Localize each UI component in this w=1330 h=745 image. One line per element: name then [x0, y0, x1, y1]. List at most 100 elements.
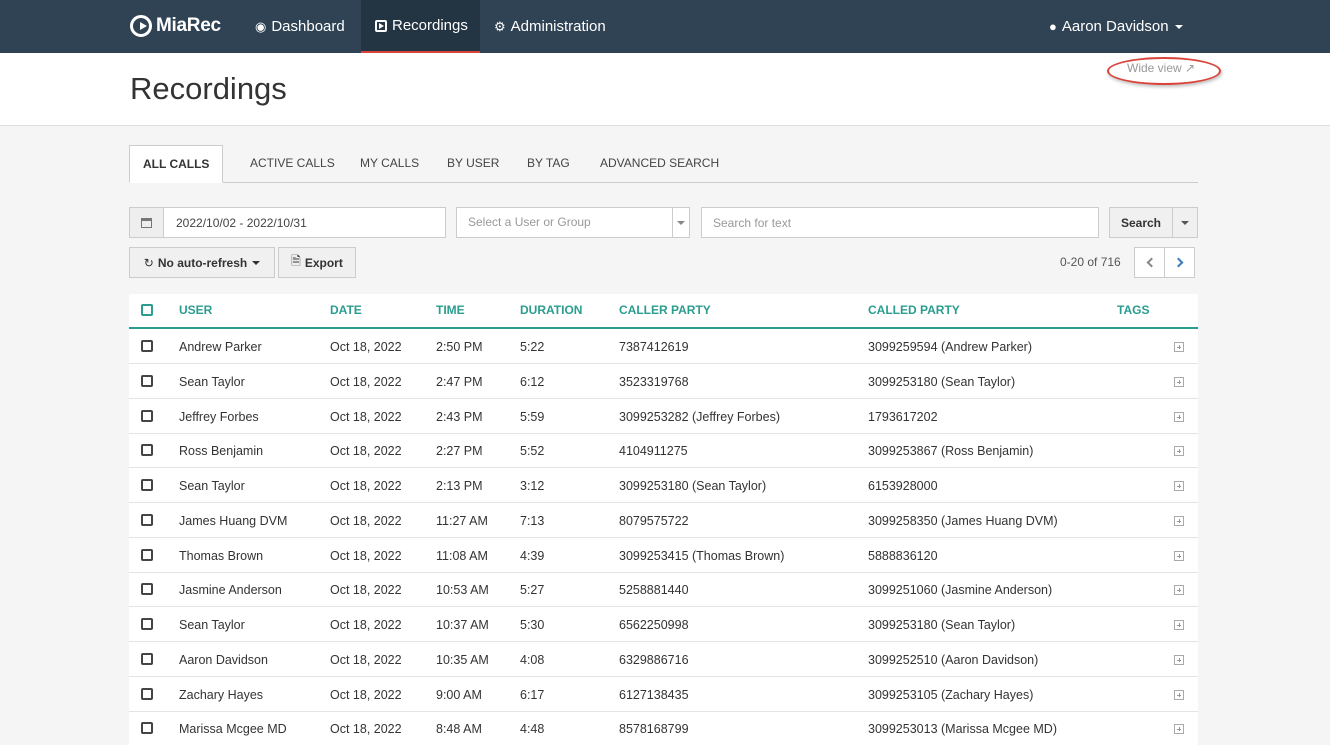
export-label: Export [304, 255, 343, 270]
column-header-duration[interactable]: DURATION [520, 303, 582, 317]
tab-my-calls[interactable]: MY CALLS [360, 145, 419, 183]
row-checkbox[interactable] [141, 652, 153, 665]
row-checkbox[interactable] [141, 374, 153, 387]
cell-caller-party: 3099253415 (Thomas Brown) [619, 548, 785, 563]
column-header-time[interactable]: TIME [436, 303, 465, 317]
tab-all-calls[interactable]: ALL CALLS [129, 145, 224, 183]
export-file-icon: 🗎 [291, 254, 301, 268]
cell-user[interactable]: Sean Taylor [179, 479, 245, 493]
auto-refresh-label: No auto-refresh [157, 255, 248, 270]
cell-user[interactable]: Ross Benjamin [179, 444, 263, 458]
table-row[interactable]: James Huang DVM Oct 18, 2022 11:27 AM 7:13 8… [129, 503, 1198, 538]
next-page-button[interactable] [1164, 247, 1195, 278]
table-row[interactable]: Aaron Davidson Oct 18, 2022 10:35 AM 4:08 63… [129, 642, 1198, 677]
user-group-select[interactable]: Select a User or Group [456, 207, 690, 238]
column-header-user[interactable]: USER [179, 303, 212, 317]
column-header-caller-party[interactable]: CALLER PARTY [619, 303, 711, 317]
table-row[interactable]: Sean Taylor Oct 18, 2022 2:47 PM 6:12 352331… [129, 364, 1198, 399]
add-tag-icon[interactable] [1174, 376, 1184, 387]
table-row[interactable]: Jeffrey Forbes Oct 18, 2022 2:43 PM 5:59 309… [129, 399, 1198, 434]
add-tag-icon[interactable] [1174, 620, 1184, 630]
cell-user[interactable]: Zachary Hayes [179, 688, 263, 702]
search-input[interactable] [701, 207, 1099, 238]
add-tag-icon[interactable] [1174, 481, 1184, 491]
date-range-picker[interactable]: 2022/10/02 - 2022/10/31 [129, 207, 446, 238]
cell-called-party: 6153928000 [868, 479, 938, 493]
row-checkbox[interactable] [141, 479, 153, 491]
cell-time: 2:47 PM [436, 374, 483, 389]
add-tag-icon[interactable] [1174, 446, 1184, 457]
select-all-checkbox[interactable] [141, 304, 153, 316]
search-button[interactable]: Search [1109, 207, 1173, 238]
calendar-icon [141, 217, 152, 228]
previous-page-button[interactable] [1134, 247, 1165, 278]
nav-administration-label: Administration [510, 18, 606, 35]
add-tag-icon[interactable] [1174, 585, 1184, 596]
tab-active-calls[interactable]: ACTIVE CALLS [250, 145, 335, 183]
cell-time: 10:35 AM [436, 652, 489, 667]
tab-advanced-search[interactable]: ADVANCED SEARCH [600, 145, 719, 183]
nav-recordings[interactable]: Recordings [361, 0, 480, 53]
add-tag-icon[interactable] [1174, 689, 1184, 700]
cell-duration: 6:12 [520, 374, 545, 389]
cell-user[interactable]: Aaron Davidson [179, 653, 268, 667]
cell-caller-party: 5258881440 [619, 583, 689, 598]
row-checkbox[interactable] [141, 340, 153, 352]
row-checkbox[interactable] [141, 409, 153, 422]
cell-user[interactable]: Marissa Mcgee MD [179, 722, 287, 736]
add-tag-icon[interactable] [1174, 550, 1184, 561]
search-options-dropdown[interactable] [1172, 207, 1198, 238]
cell-date: Oct 18, 2022 [330, 513, 402, 528]
add-tag-icon[interactable] [1174, 411, 1184, 422]
brand-logo[interactable]: MiaRec [130, 11, 221, 41]
row-checkbox[interactable] [141, 444, 153, 457]
column-header-date[interactable]: DATE [330, 303, 362, 317]
refresh-icon: ↻ [143, 255, 154, 270]
cell-duration: 3:12 [520, 479, 545, 493]
cell-time: 9:00 AM [436, 687, 482, 702]
row-checkbox[interactable] [141, 618, 153, 630]
cell-user[interactable]: Jasmine Anderson [179, 583, 282, 597]
nav-administration[interactable]: ⚙ Administration [494, 0, 606, 53]
cell-user[interactable]: Andrew Parker [179, 340, 262, 354]
cell-user[interactable]: Thomas Brown [179, 549, 263, 563]
calendar-addon[interactable] [130, 208, 164, 237]
cell-time: 10:37 AM [436, 618, 489, 632]
auto-refresh-button[interactable]: ↻ No auto-refresh [129, 247, 275, 278]
cell-user[interactable]: James Huang DVM [179, 514, 287, 528]
cell-time: 2:43 PM [436, 409, 483, 424]
cell-called-party: 3099253105 (Zachary Hayes) [868, 687, 1034, 702]
add-tag-icon[interactable] [1174, 342, 1184, 352]
row-checkbox[interactable] [141, 548, 153, 561]
cell-caller-party: 3523319768 [619, 374, 689, 389]
add-tag-icon[interactable] [1174, 724, 1184, 735]
tab-by-tag[interactable]: BY TAG [527, 145, 570, 183]
table-row[interactable]: Marissa Mcgee MD Oct 18, 2022 8:48 AM 4:48 8… [129, 711, 1198, 745]
cell-user[interactable]: Jeffrey Forbes [179, 410, 259, 424]
table-row[interactable]: Sean Taylor Oct 18, 2022 2:13 PM 3:12 309925… [129, 468, 1198, 503]
cell-user[interactable]: Sean Taylor [179, 375, 245, 389]
nav-dashboard[interactable]: ◉ Dashboard [255, 0, 345, 53]
row-checkbox[interactable] [141, 722, 153, 735]
table-row[interactable]: Zachary Hayes Oct 18, 2022 9:00 AM 6:17 6127… [129, 677, 1198, 712]
user-menu[interactable]: ● Aaron Davidson [1049, 0, 1183, 53]
table-row[interactable]: Sean Taylor Oct 18, 2022 10:37 AM 5:30 65622… [129, 607, 1198, 642]
cell-user[interactable]: Sean Taylor [179, 618, 245, 632]
row-checkbox[interactable] [141, 513, 153, 526]
table-row[interactable]: Andrew Parker Oct 18, 2022 2:50 PM 5:22 7387… [129, 329, 1198, 364]
add-tag-icon[interactable] [1174, 654, 1184, 665]
export-button[interactable]: 🗎 Export [278, 247, 356, 278]
cell-date: Oct 18, 2022 [330, 479, 402, 493]
table-row[interactable]: Ross Benjamin Oct 18, 2022 2:27 PM 5:52 4104… [129, 433, 1198, 469]
row-checkbox[interactable] [141, 687, 153, 700]
table-row[interactable]: Thomas Brown Oct 18, 2022 11:08 AM 4:39 3099… [129, 538, 1198, 573]
nav-dashboard-label: Dashboard [271, 18, 345, 35]
cell-called-party: 3099259594 (Andrew Parker) [868, 340, 1032, 354]
cell-date: Oct 18, 2022 [330, 374, 402, 389]
cell-time: 8:48 AM [436, 722, 482, 737]
table-row[interactable]: Jasmine Anderson Oct 18, 2022 10:53 AM 5:27… [129, 572, 1198, 608]
tab-by-user[interactable]: BY USER [447, 145, 499, 183]
row-checkbox[interactable] [141, 583, 153, 596]
add-tag-icon[interactable] [1174, 515, 1184, 526]
column-header-called-party[interactable]: CALLED PARTY [868, 303, 960, 317]
